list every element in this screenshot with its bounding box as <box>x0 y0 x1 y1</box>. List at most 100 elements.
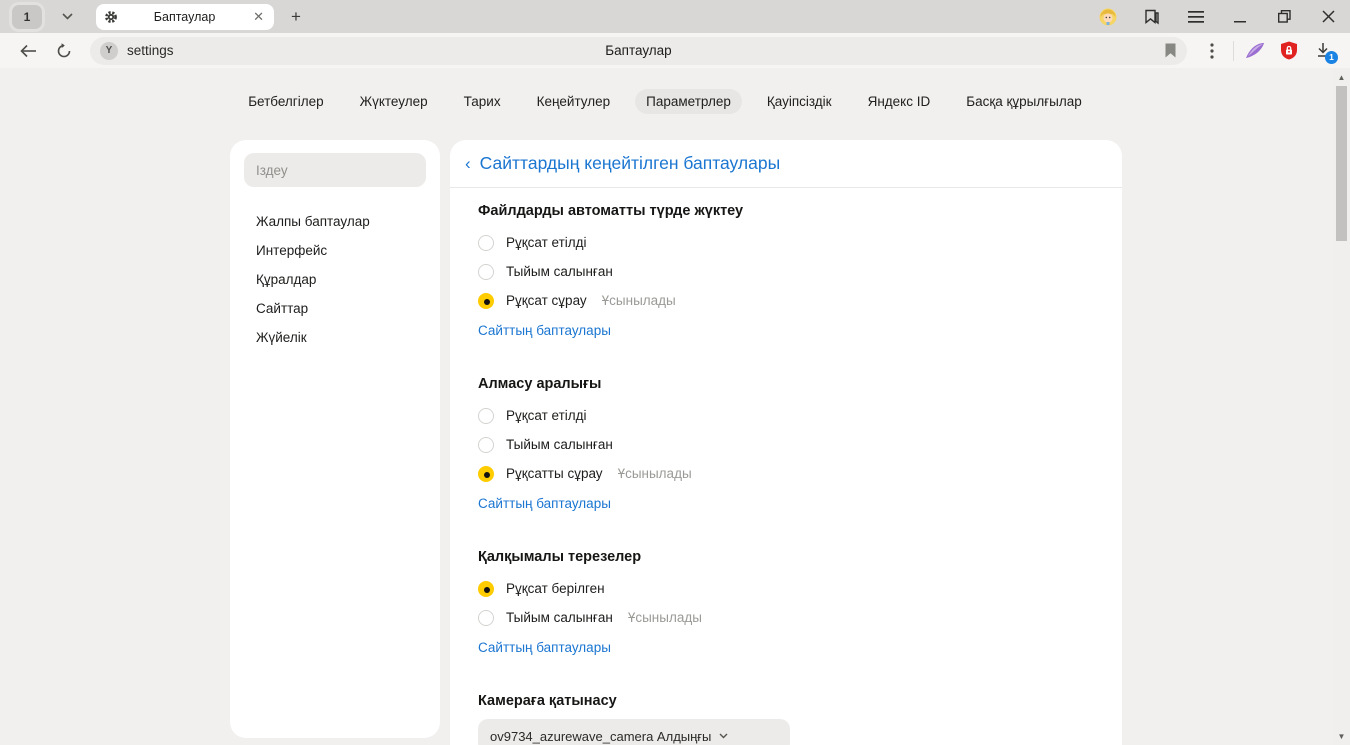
option-label: Рұқсат сұрау <box>506 293 587 308</box>
sidebar-list: Жалпы баптаулар Интерфейс Құралдар Сайтт… <box>230 207 440 352</box>
page-title[interactable]: Сайттардың кеңейтілген баптаулары <box>480 153 781 174</box>
radio-option[interactable]: Тыйым салынған Ұсынылады <box>478 603 1122 632</box>
radio-option-selected[interactable]: Рұқсатты сұрау Ұсынылады <box>478 459 1122 488</box>
section-heading: Файлдарды автоматты түрде жүктеу <box>478 203 1122 219</box>
kebab-icon <box>1210 43 1214 59</box>
close-icon <box>1322 10 1335 23</box>
tab-downloads[interactable]: Жүктеулер <box>349 89 439 114</box>
recommended-badge: Ұсынылады <box>628 610 702 625</box>
tab-counter[interactable]: 1 <box>12 5 42 29</box>
radio-icon[interactable] <box>478 610 494 626</box>
menu-button[interactable] <box>1174 0 1218 33</box>
radio-option[interactable]: Тыйым салынған <box>478 257 1122 286</box>
chevron-down-icon <box>62 13 73 20</box>
new-tab-button[interactable]: + <box>284 5 308 29</box>
settings-nav-tabs: Бетбелгілер Жүктеулер Тарих Кеңейтулер П… <box>0 89 1330 114</box>
option-label: Рұқсат етілді <box>506 408 587 423</box>
radio-icon[interactable] <box>478 437 494 453</box>
shield-lock-icon <box>1280 41 1298 60</box>
radio-option[interactable]: Рұқсат етілді <box>478 228 1122 257</box>
option-label: Рұқсатты сұрау <box>506 466 603 481</box>
sidebar-item-sites[interactable]: Сайттар <box>230 294 440 323</box>
option-label: Тыйым салынған <box>506 437 613 452</box>
section-heading: Алмасу аралығы <box>478 376 1122 392</box>
section-heading: Камераға қатынасу <box>478 693 1122 709</box>
radio-option-selected[interactable]: Рұқсат сұрау Ұсынылады <box>478 286 1122 315</box>
site-settings-link[interactable]: Сайттың баптаулары <box>478 323 611 338</box>
radio-option-selected[interactable]: Рұқсат берілген <box>478 574 1122 603</box>
minimize-icon <box>1234 11 1246 23</box>
sidebar-item-general[interactable]: Жалпы баптаулар <box>230 207 440 236</box>
extension-feather-button[interactable] <box>1238 37 1272 65</box>
profile-avatar[interactable] <box>1086 0 1130 33</box>
kebab-menu-button[interactable] <box>1195 37 1229 65</box>
content-header[interactable]: ‹ Сайттардың кеңейтілген баптаулары <box>450 140 1122 188</box>
sidebar-item-system[interactable]: Жүйелік <box>230 323 440 352</box>
tab-list-chevron-button[interactable] <box>52 5 82 29</box>
recommended-badge: Ұсынылады <box>602 293 676 308</box>
option-label: Рұқсат берілген <box>506 581 605 596</box>
browser-tab[interactable]: Баптаулар ✕ <box>96 4 274 30</box>
radio-icon[interactable] <box>478 408 494 424</box>
scrollbar-down-arrow[interactable]: ▼ <box>1333 729 1350 743</box>
tab-extensions[interactable]: Кеңейтулер <box>526 89 622 114</box>
radio-option[interactable]: Тыйым салынған <box>478 430 1122 459</box>
radio-icon[interactable] <box>478 264 494 280</box>
window-minimize-button[interactable] <box>1218 0 1262 33</box>
tab-close-icon[interactable]: ✕ <box>251 9 266 25</box>
settings-page: Бетбелгілер Жүктеулер Тарих Кеңейтулер П… <box>0 68 1350 745</box>
radio-selected-icon[interactable] <box>478 293 494 309</box>
url-text: settings <box>127 43 174 58</box>
protect-shield-button[interactable] <box>1272 37 1306 65</box>
settings-sidebar: Жалпы баптаулар Интерфейс Құралдар Сайтт… <box>230 140 440 738</box>
side-panels-button[interactable] <box>1130 0 1174 33</box>
address-page-title: Баптаулар <box>90 43 1187 58</box>
sidebar-item-tools[interactable]: Құралдар <box>230 265 440 294</box>
settings-content: ‹ Сайттардың кеңейтілген баптаулары Файл… <box>450 140 1122 745</box>
back-chevron-icon[interactable]: ‹ <box>465 154 471 174</box>
panels-icon <box>1144 9 1161 25</box>
back-button[interactable] <box>10 37 46 65</box>
page-scrollbar[interactable]: ▲ ▼ <box>1333 68 1350 745</box>
tab-security[interactable]: Қауіпсіздік <box>756 89 843 114</box>
scrollbar-up-arrow[interactable]: ▲ <box>1333 70 1350 84</box>
radio-selected-icon[interactable] <box>478 581 494 597</box>
tab-history[interactable]: Тарих <box>453 89 512 114</box>
restore-icon <box>1278 10 1291 23</box>
sidebar-item-interface[interactable]: Интерфейс <box>230 236 440 265</box>
browser-titlebar: 1 Баптаулар ✕ + <box>0 0 1350 33</box>
tab-title: Баптаулар <box>118 10 251 24</box>
search-input[interactable] <box>244 163 426 178</box>
scrollbar-thumb[interactable] <box>1336 86 1347 241</box>
section-camera-access: Камераға қатынасу ov9734_azurewave_camer… <box>478 693 1122 745</box>
browser-toolbar: Y settings Баптаулар <box>0 33 1350 68</box>
reload-button[interactable] <box>46 37 82 65</box>
bookmark-button[interactable] <box>1164 43 1177 58</box>
camera-device-select[interactable]: ov9734_azurewave_camera Алдыңғы <box>478 719 790 745</box>
recommended-badge: Ұсынылады <box>618 466 692 481</box>
section-auto-download: Файлдарды автоматты түрде жүктеу Рұқсат … <box>478 203 1122 340</box>
camera-select-value: ov9734_azurewave_camera Алдыңғы <box>490 729 711 744</box>
site-settings-link[interactable]: Сайттың баптаулары <box>478 640 611 655</box>
radio-option[interactable]: Рұқсат етілді <box>478 401 1122 430</box>
address-bar[interactable]: Y settings Баптаулар <box>90 37 1187 65</box>
tab-yandex-id[interactable]: Яндекс ID <box>857 89 942 114</box>
tab-settings[interactable]: Параметрлер <box>635 89 742 114</box>
option-label: Рұқсат етілді <box>506 235 587 250</box>
option-label: Тыйым салынған <box>506 264 613 279</box>
tab-other-devices[interactable]: Басқа құрылғылар <box>955 89 1093 114</box>
option-label: Тыйым салынған <box>506 610 613 625</box>
downloads-button[interactable]: 1 <box>1306 37 1340 65</box>
tab-bookmarks[interactable]: Бетбелгілер <box>237 89 334 114</box>
chevron-down-icon <box>719 733 728 739</box>
sidebar-search[interactable] <box>244 153 426 187</box>
section-clipboard: Алмасу аралығы Рұқсат етілді Тыйым салын… <box>478 376 1122 513</box>
radio-icon[interactable] <box>478 235 494 251</box>
bookmark-flag-icon <box>1164 43 1177 58</box>
site-settings-link[interactable]: Сайттың баптаулары <box>478 496 611 511</box>
radio-selected-icon[interactable] <box>478 466 494 482</box>
window-close-button[interactable] <box>1306 0 1350 33</box>
back-arrow-icon <box>20 44 37 58</box>
section-popups: Қалқымалы терезелер Рұқсат берілген Тыйы… <box>478 549 1122 657</box>
window-restore-button[interactable] <box>1262 0 1306 33</box>
